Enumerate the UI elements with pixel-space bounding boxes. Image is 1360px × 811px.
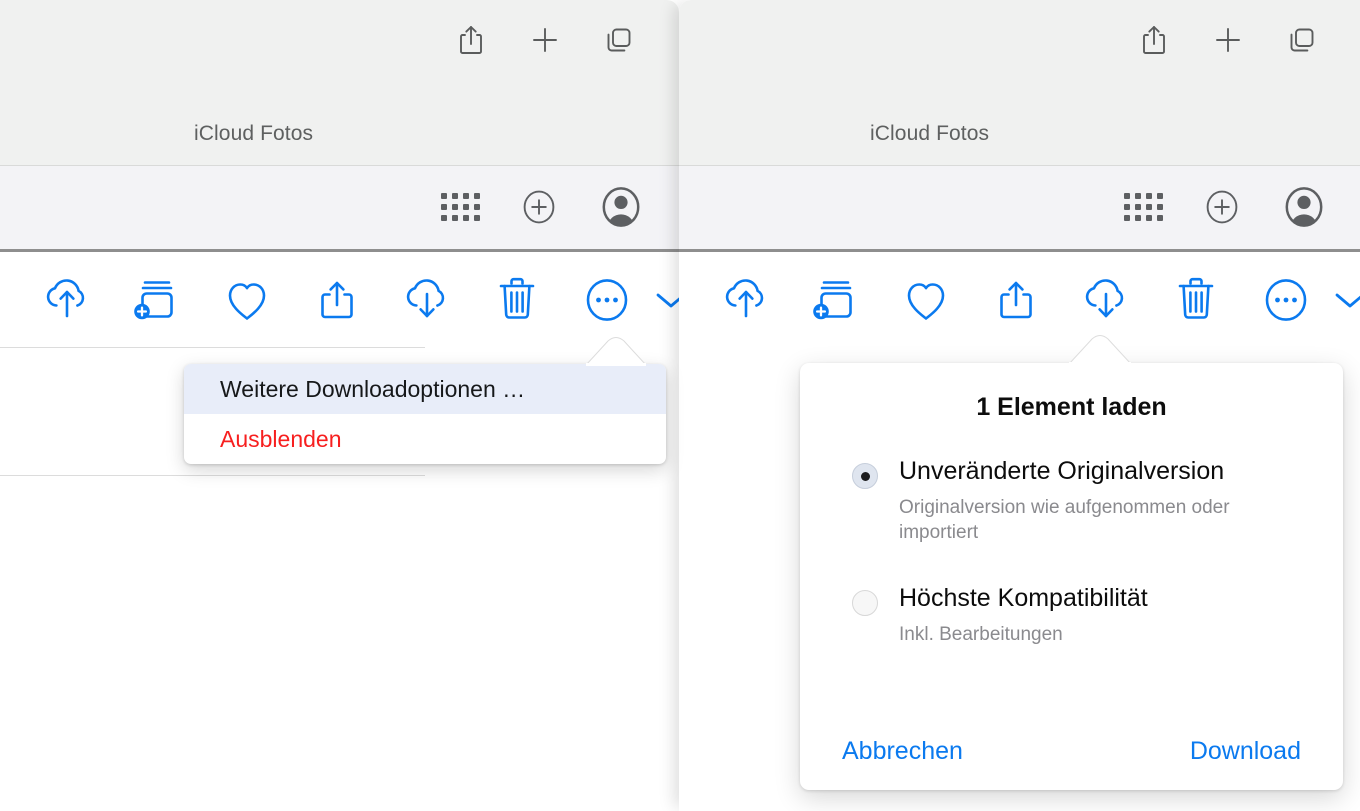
download-option-compatibility-description: Inkl. Bearbeitungen	[899, 624, 1063, 646]
new-tab-icon[interactable]	[1210, 22, 1246, 58]
trash-icon[interactable]	[472, 268, 562, 332]
right-photo-toolbar	[679, 252, 1360, 348]
add-circle-icon[interactable]	[1204, 189, 1240, 225]
share-icon[interactable]	[453, 22, 489, 58]
menu-item-hide[interactable]: Ausblenden	[184, 414, 666, 464]
add-to-album-icon[interactable]	[112, 268, 202, 332]
chevron-down-icon[interactable]	[638, 268, 679, 332]
download-options-popover: 1 Element laden Unveränderte Originalver…	[800, 363, 1343, 790]
right-popover-pointer-arrow	[1067, 334, 1133, 366]
right-titlebar-actions	[1136, 22, 1320, 58]
account-avatar-icon[interactable]	[598, 184, 644, 230]
chevron-down-icon[interactable]	[1317, 268, 1360, 332]
account-avatar-icon[interactable]	[1281, 184, 1327, 230]
left-photo-toolbar-actions	[22, 268, 679, 332]
right-site-title-label: iCloud Fotos	[870, 122, 990, 145]
menu-item-label: Ausblenden	[220, 425, 342, 452]
right-icloud-navbar-actions	[1124, 184, 1327, 230]
cloud-upload-icon[interactable]	[701, 268, 791, 332]
cloud-upload-icon[interactable]	[22, 268, 112, 332]
download-button[interactable]: Download	[1190, 737, 1301, 766]
left-site-title: iCloud Fotos	[180, 122, 313, 146]
left-icloud-navbar-actions	[441, 184, 644, 230]
trash-icon[interactable]	[1151, 268, 1241, 332]
left-content-divider	[0, 347, 425, 348]
left-context-menu: Weitere Downloadoptionen … Ausblenden	[184, 364, 666, 464]
left-photo-toolbar	[0, 252, 679, 348]
right-site-title: iCloud Fotos	[856, 122, 989, 146]
screenshot-root: iCloud Fotos iCloud Fotos Weitere Downlo…	[0, 0, 1360, 811]
right-icloud-navbar	[679, 166, 1360, 252]
cloud-download-icon[interactable]	[382, 268, 472, 332]
popover-title: 1 Element laden	[976, 393, 1167, 421]
left-site-title-label: iCloud Fotos	[194, 122, 314, 145]
download-option-original-label: Unveränderte Originalversion	[899, 457, 1225, 485]
favorite-heart-icon[interactable]	[202, 268, 292, 332]
cloud-download-icon[interactable]	[1061, 268, 1151, 332]
left-menu-pointer-arrow	[584, 336, 648, 367]
share-icon[interactable]	[1136, 22, 1172, 58]
cancel-button[interactable]: Abbrechen	[842, 737, 963, 766]
menu-item-more-download-options[interactable]: Weitere Downloadoptionen …	[184, 364, 666, 414]
download-option-compatibility-texts: Höchste Kompatibilität Inkl. Bearbeitung…	[899, 583, 1148, 647]
app-grid-icon[interactable]	[441, 193, 480, 221]
add-to-album-icon[interactable]	[791, 268, 881, 332]
left-titlebar-actions	[453, 22, 637, 58]
radio-button-unselected-icon[interactable]	[852, 590, 878, 617]
left-icloud-navbar	[0, 166, 679, 252]
left-content-divider-2	[0, 475, 425, 476]
download-option-original-texts: Unveränderte Originalversion Originalver…	[899, 456, 1299, 545]
download-option-original-description: Originalversion wie aufgenommen oder imp…	[899, 497, 1230, 544]
download-option-compatibility[interactable]: Höchste Kompatibilität Inkl. Bearbeitung…	[852, 583, 1343, 647]
tab-overview-icon[interactable]	[601, 22, 637, 58]
left-titlebar: iCloud Fotos	[0, 0, 679, 166]
right-titlebar: iCloud Fotos	[679, 0, 1360, 166]
new-tab-icon[interactable]	[527, 22, 563, 58]
add-circle-icon[interactable]	[521, 189, 557, 225]
popover-actions: Abbrechen Download	[800, 737, 1343, 766]
app-grid-icon[interactable]	[1124, 193, 1163, 221]
share-icon[interactable]	[292, 268, 382, 332]
right-photo-toolbar-actions	[701, 268, 1360, 332]
share-icon[interactable]	[971, 268, 1061, 332]
tab-overview-icon[interactable]	[1284, 22, 1320, 58]
download-option-compatibility-label: Höchste Kompatibilität	[899, 584, 1148, 613]
favorite-heart-icon[interactable]	[881, 268, 971, 332]
download-option-original[interactable]: Unveränderte Originalversion Originalver…	[852, 456, 1343, 545]
menu-item-label: Weitere Downloadoptionen …	[220, 375, 526, 402]
radio-button-selected-icon[interactable]	[852, 463, 878, 489]
